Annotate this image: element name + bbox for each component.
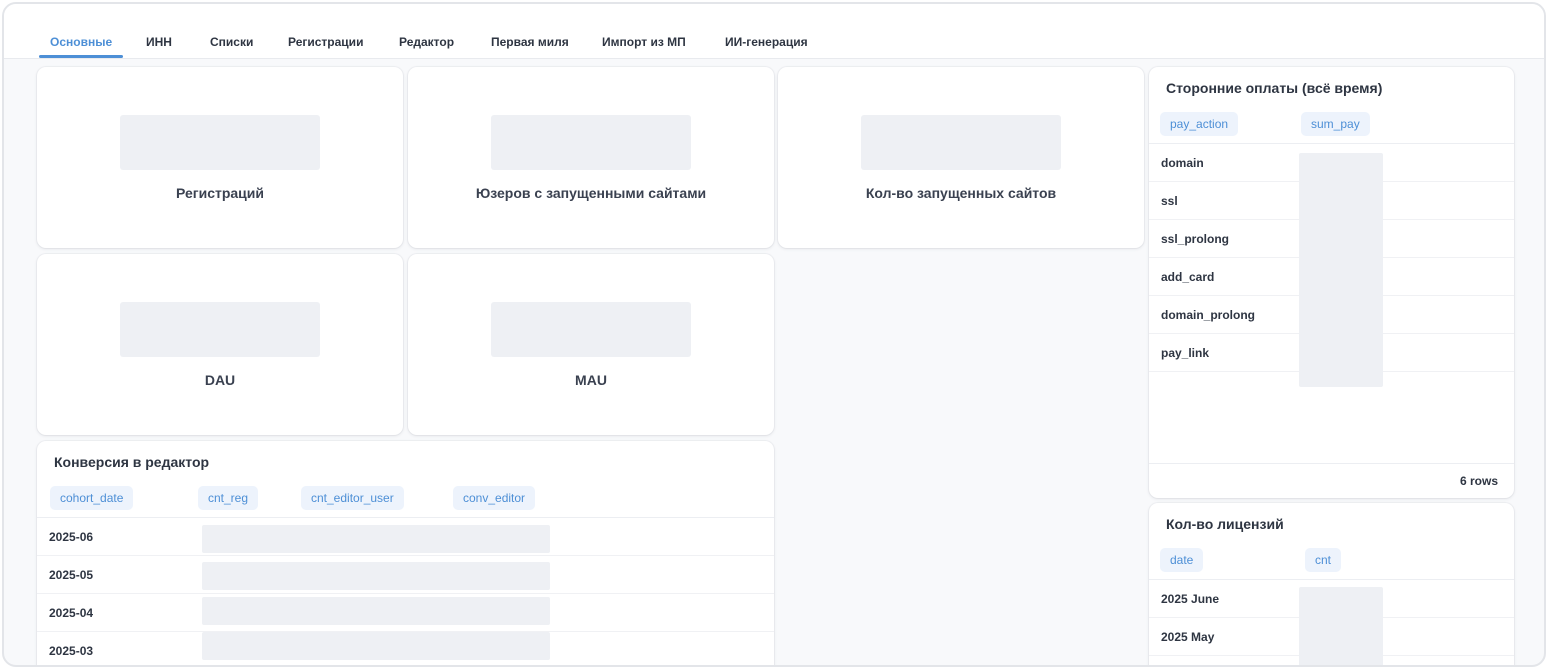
scalar-label: Регистраций (175, 185, 264, 201)
card-title: Сторонние оплаты (всё время) (1166, 80, 1383, 96)
tab-main[interactable]: Основные (50, 35, 112, 49)
tab-editor[interactable]: Редактор (399, 35, 454, 49)
table-footer-divider (1149, 463, 1514, 464)
row-count-label: 6 rows (1459, 474, 1498, 488)
tab-import-mp[interactable]: Импорт из МП (602, 35, 686, 49)
column-header-cnt[interactable]: cnt (1305, 548, 1342, 572)
licenses-card: Кол-во лицензий date cnt 2025 June 2025 … (1149, 503, 1514, 665)
redacted-row-values (202, 597, 550, 625)
scalar-card-sites-launched[interactable]: Кол-во запущенных сайтов (778, 67, 1144, 248)
tab-bar: Основные ИНН Списки Регистрации Редактор… (4, 4, 1544, 59)
cell-pay-action: pay_link (1161, 346, 1210, 360)
scalar-value-redacted (491, 115, 691, 170)
scalar-value-redacted (491, 302, 691, 357)
scalar-value-redacted (120, 115, 320, 170)
column-header-cnt-editor-user[interactable]: cnt_editor_user (301, 486, 404, 510)
dashboard-window: Основные ИНН Списки Регистрации Редактор… (2, 2, 1546, 667)
cell-pay-action: domain_prolong (1161, 308, 1255, 322)
scalar-label: DAU (204, 372, 236, 388)
scalar-label: Кол-во запущенных сайтов (865, 185, 1057, 201)
scalar-card-dau[interactable]: DAU (37, 254, 403, 435)
cell-pay-action: ssl_prolong (1161, 232, 1230, 246)
scalar-card-mau[interactable]: MAU (408, 254, 774, 435)
cell-cohort-date: 2025-05 (49, 568, 94, 582)
redacted-cnt-values (1299, 587, 1383, 665)
tab-ai-generation[interactable]: ИИ-генерация (725, 35, 808, 49)
scalar-value-redacted (861, 115, 1061, 170)
scalar-value-redacted (120, 302, 320, 357)
column-header-cohort-date[interactable]: cohort_date (50, 486, 134, 510)
cell-pay-action: ssl (1161, 194, 1178, 208)
column-header-pay-action[interactable]: pay_action (1160, 112, 1239, 136)
active-tab-indicator (39, 55, 123, 58)
card-title: Конверсия в редактор (54, 454, 210, 470)
cell-date: 2025 June (1161, 592, 1220, 606)
cell-cohort-date: 2025-03 (49, 644, 94, 658)
cell-pay-action: add_card (1161, 270, 1215, 284)
tab-inn[interactable]: ИНН (146, 35, 172, 49)
column-header-sum-pay[interactable]: sum_pay (1301, 112, 1370, 136)
tab-registrations[interactable]: Регистрации (288, 35, 363, 49)
column-header-cnt-reg[interactable]: cnt_reg (198, 486, 259, 510)
scalar-label: MAU (575, 372, 607, 388)
redacted-sum-pay-values (1299, 153, 1383, 387)
redacted-row-values (202, 525, 550, 553)
tab-lists[interactable]: Списки (210, 35, 253, 49)
scalar-card-users-with-sites[interactable]: Юзеров с запущенными сайтами (408, 67, 774, 248)
editor-conversion-card: Конверсия в редактор cohort_date cnt_reg… (37, 441, 774, 665)
cell-pay-action: domain (1161, 156, 1204, 170)
column-header-date[interactable]: date (1160, 548, 1204, 572)
cell-date: 2025 May (1161, 630, 1215, 644)
tab-first-mile[interactable]: Первая миля (491, 35, 569, 49)
column-header-conv-editor[interactable]: conv_editor (453, 486, 536, 510)
redacted-row-values (202, 562, 550, 590)
cell-cohort-date: 2025-04 (49, 606, 94, 620)
third-party-payments-card: Сторонние оплаты (всё время) pay_action … (1149, 67, 1514, 498)
cell-cohort-date: 2025-06 (49, 530, 94, 544)
scalar-label: Юзеров с запущенными сайтами (475, 185, 707, 201)
card-title: Кол-во лицензий (1166, 516, 1284, 532)
redacted-row-values (202, 632, 550, 660)
scalar-card-registrations[interactable]: Регистраций (37, 67, 403, 248)
